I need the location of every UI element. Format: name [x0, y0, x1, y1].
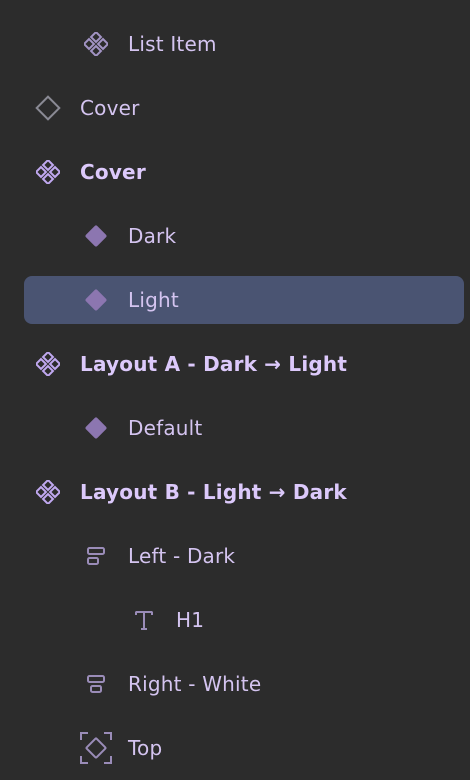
- layer-row-left-dark[interactable]: Left - Dark: [0, 524, 470, 588]
- component-icon: [32, 348, 64, 380]
- layer-row-top[interactable]: Top: [0, 716, 470, 780]
- instance-diamond-icon: [80, 220, 112, 252]
- component-icon: [32, 476, 64, 508]
- layer-row-list-item[interactable]: List Item: [0, 12, 470, 76]
- component-icon: [32, 156, 64, 188]
- auto-layout-left-icon: [80, 540, 112, 572]
- layer-label: Top: [128, 736, 163, 760]
- layer-label: Left - Dark: [128, 544, 236, 568]
- instance-diamond-icon: [80, 284, 112, 316]
- layer-label: List Item: [128, 32, 217, 56]
- layer-label: Right - White: [128, 672, 262, 696]
- component-frame-icon: [80, 732, 112, 764]
- text-icon: [128, 604, 160, 636]
- component-icon: [80, 28, 112, 60]
- layer-label: Dark: [128, 224, 177, 248]
- layer-row-cover-outline[interactable]: Cover: [0, 76, 470, 140]
- layer-row-dark[interactable]: Dark: [0, 204, 470, 268]
- layer-label: Layout A - Dark → Light: [80, 352, 348, 376]
- layers-panel: List Item Cover Cover Dark Light Layout …: [0, 12, 470, 780]
- instance-diamond-icon: [80, 412, 112, 444]
- layer-label: H1: [176, 608, 205, 632]
- layer-row-layout-a[interactable]: Layout A - Dark → Light: [0, 332, 470, 396]
- layer-row-layout-b[interactable]: Layout B - Light → Dark: [0, 460, 470, 524]
- auto-layout-center-icon: [80, 668, 112, 700]
- layer-row-light[interactable]: Light: [0, 268, 470, 332]
- layer-row-default[interactable]: Default: [0, 396, 470, 460]
- layer-label: Default: [128, 416, 203, 440]
- layer-label: Light: [128, 288, 179, 312]
- layer-row-cover-component[interactable]: Cover: [0, 140, 470, 204]
- layer-label: Cover: [80, 160, 146, 184]
- layer-label: Cover: [80, 96, 140, 120]
- layer-row-h1[interactable]: H1: [0, 588, 470, 652]
- diamond-outline-icon: [32, 92, 64, 124]
- layer-row-right-white[interactable]: Right - White: [0, 652, 470, 716]
- layer-label: Layout B - Light → Dark: [80, 480, 347, 504]
